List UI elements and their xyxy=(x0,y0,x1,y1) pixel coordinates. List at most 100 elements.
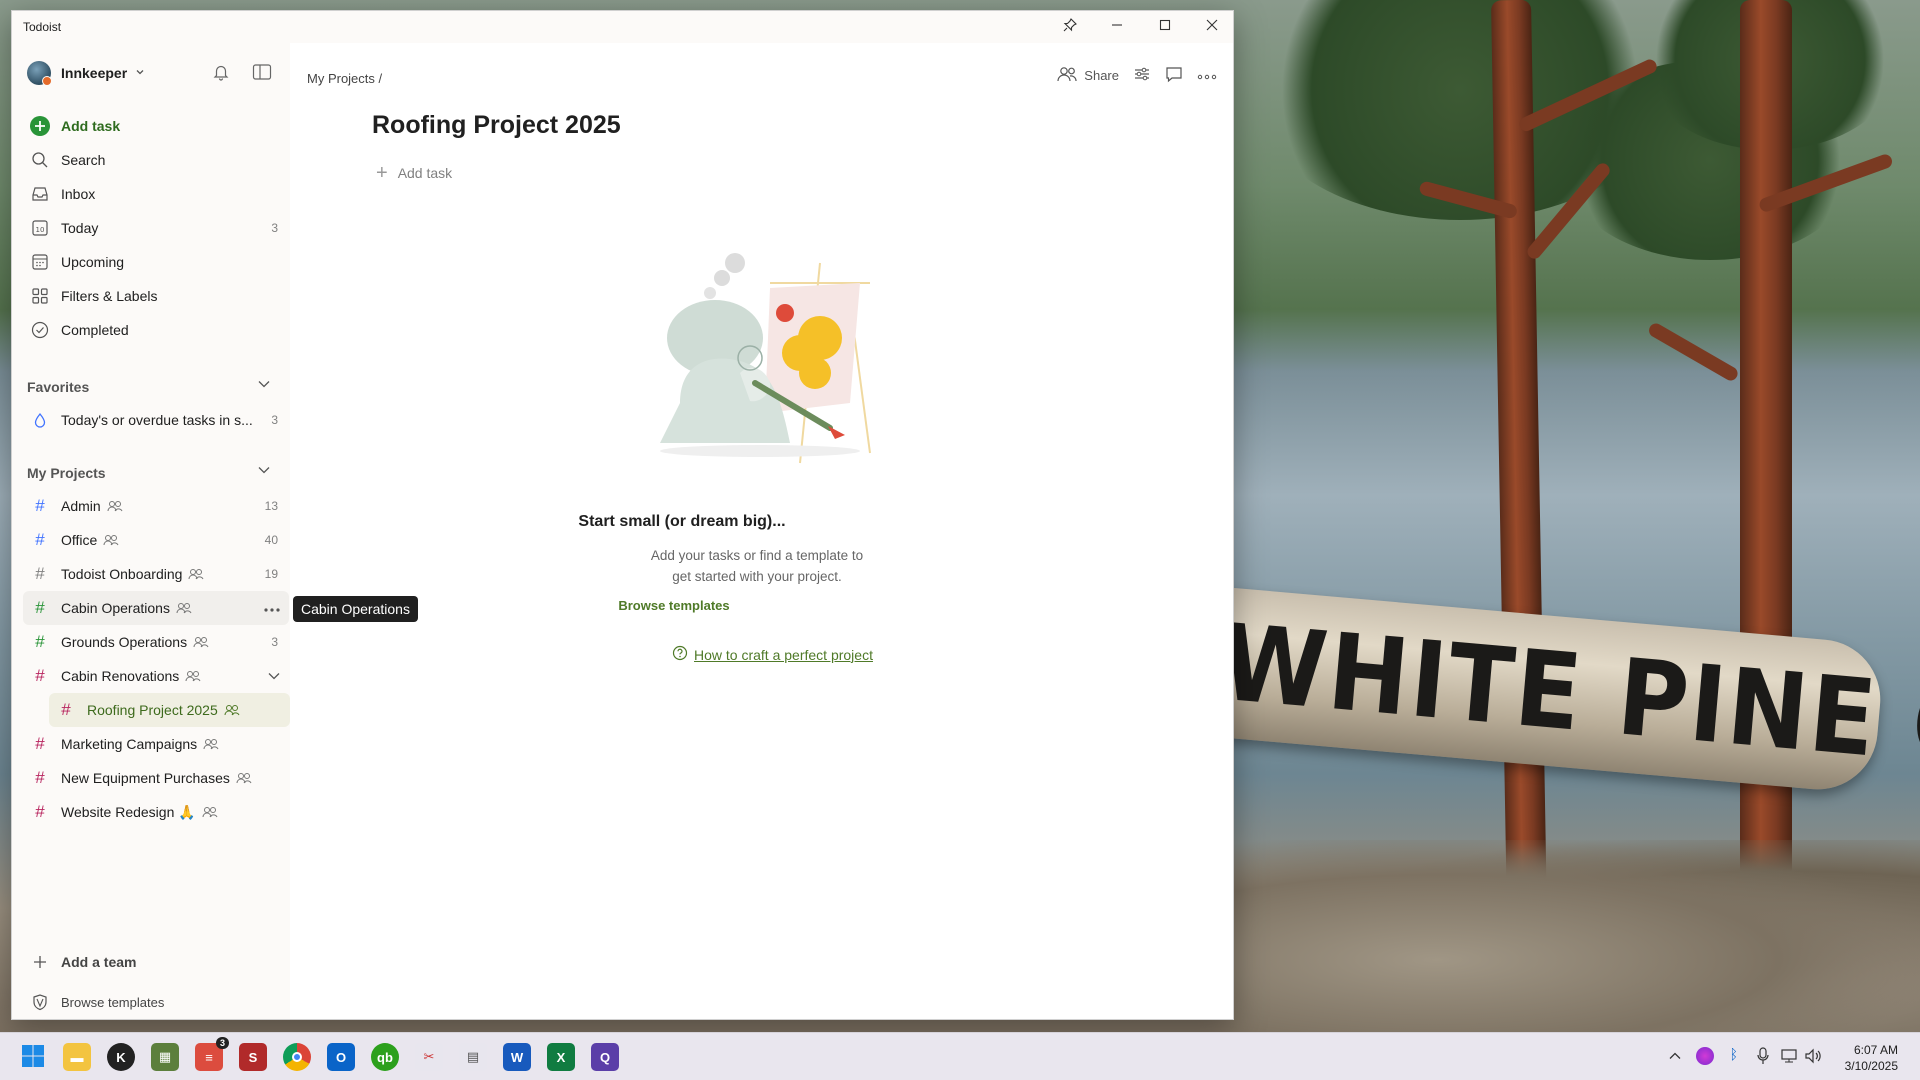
snipping-tool-taskbar-button[interactable]: ✂ xyxy=(415,1043,443,1071)
close-button[interactable] xyxy=(1189,11,1233,43)
notifications-button[interactable] xyxy=(212,63,230,86)
add-task-inline-button[interactable]: + Add task xyxy=(376,163,452,183)
sidebar-toggle-icon xyxy=(252,64,272,85)
excel-taskbar-button[interactable]: X xyxy=(547,1043,575,1071)
sidebar: Innkeeper Add task Search Inbox 10 Today… xyxy=(12,43,290,1019)
app-k-taskbar-button[interactable]: K xyxy=(107,1043,135,1071)
sidebar-item-inbox[interactable]: Inbox xyxy=(23,177,289,211)
printer-taskbar-button[interactable]: ▤ xyxy=(459,1043,487,1071)
project-label: Website Redesign 🙏 xyxy=(61,803,196,820)
app-red-taskbar-button[interactable]: S xyxy=(239,1043,267,1071)
shared-icon xyxy=(103,534,119,546)
svg-text:10: 10 xyxy=(36,226,45,234)
project-item-cabin-renovations[interactable]: # Cabin Renovations xyxy=(23,659,289,693)
minimize-button[interactable] xyxy=(1094,11,1140,43)
sidebar-item-today[interactable]: 10 Today 3 xyxy=(23,211,289,245)
favorite-item-count: 3 xyxy=(271,413,278,427)
add-team-label: Add a team xyxy=(61,954,137,970)
chevron-down-icon[interactable] xyxy=(257,463,271,482)
shared-icon xyxy=(185,670,201,682)
more-options-icon[interactable] xyxy=(263,600,281,616)
user-menu[interactable]: Innkeeper xyxy=(27,58,145,88)
microphone-icon[interactable] xyxy=(1756,1047,1770,1070)
project-item-new-equipment-purchases[interactable]: # New Equipment Purchases xyxy=(23,761,289,795)
calendar-icon xyxy=(29,251,51,273)
project-label: Grounds Operations xyxy=(61,634,188,650)
chevron-down-icon[interactable] xyxy=(267,669,281,686)
quickbooks-taskbar-button[interactable]: qb xyxy=(371,1043,399,1071)
favorite-item-label: Today's or overdue tasks in s... xyxy=(61,412,253,428)
add-task-button[interactable]: Add task xyxy=(23,109,289,143)
purple-app-icon: Q xyxy=(599,1049,611,1065)
minimize-icon xyxy=(1111,18,1123,36)
project-item-todoist-onboarding[interactable]: # Todoist Onboarding 19 xyxy=(23,557,289,591)
project-label: Cabin Operations xyxy=(61,600,170,616)
start-button[interactable] xyxy=(19,1043,47,1071)
add-team-button[interactable]: Add a team xyxy=(23,945,289,979)
k-app-icon: K xyxy=(116,1049,126,1065)
help-link[interactable]: How to craft a perfect project xyxy=(672,645,873,664)
comment-icon[interactable] xyxy=(1165,65,1183,86)
project-item-cabin-operations[interactable]: # Cabin Operations xyxy=(23,591,289,625)
favorite-item[interactable]: Today's or overdue tasks in s... 3 xyxy=(23,403,289,437)
word-taskbar-button[interactable]: W xyxy=(503,1043,531,1071)
quickbooks-icon: qb xyxy=(377,1049,393,1065)
todoist-taskbar-button[interactable]: ≡ 3 xyxy=(195,1037,229,1071)
my-projects-heading[interactable]: My Projects xyxy=(27,465,106,481)
bluetooth-icon[interactable]: ᛒ xyxy=(1730,1046,1738,1062)
clock[interactable]: 6:07 AM 3/10/2025 xyxy=(1845,1042,1898,1074)
share-button[interactable]: Share xyxy=(1056,66,1119,85)
project-item-grounds-operations[interactable]: # Grounds Operations 3 xyxy=(23,625,289,659)
search-icon xyxy=(29,149,51,171)
chevron-down-icon[interactable] xyxy=(257,377,271,396)
network-icon[interactable] xyxy=(1780,1048,1798,1069)
bell-icon xyxy=(212,65,230,85)
maximize-button[interactable] xyxy=(1142,11,1188,43)
chevron-up-icon[interactable] xyxy=(1668,1049,1682,1068)
help-link-label: How to craft a perfect project xyxy=(694,646,873,663)
outlook-taskbar-button[interactable]: O xyxy=(327,1043,355,1071)
project-item-office[interactable]: # Office 40 xyxy=(23,523,289,557)
favorites-heading: Favorites xyxy=(27,379,90,395)
sidebar-item-upcoming[interactable]: Upcoming xyxy=(23,245,289,279)
breadcrumb[interactable]: My Projects / xyxy=(307,71,382,86)
view-options-icon[interactable] xyxy=(1133,66,1151,85)
project-count: 19 xyxy=(264,567,278,581)
pin-button[interactable] xyxy=(1047,11,1093,43)
plus-icon xyxy=(29,951,51,973)
maximize-icon xyxy=(1159,18,1171,36)
toggle-sidebar-button[interactable] xyxy=(252,63,272,86)
project-item-website-redesign[interactable]: # Website Redesign 🙏 xyxy=(23,795,289,829)
sidebar-item-search[interactable]: Search xyxy=(23,143,289,177)
avatar xyxy=(27,61,52,86)
clock-date: 3/10/2025 xyxy=(1844,1059,1898,1073)
browse-templates-sidebar[interactable]: Browse templates xyxy=(23,985,289,1019)
add-task-label: Add task xyxy=(61,118,121,134)
project-hash-icon: # xyxy=(35,802,45,821)
shared-icon xyxy=(202,806,218,818)
printer-icon: ▤ xyxy=(466,1049,480,1064)
empty-state-title: Start small (or dream big)... xyxy=(578,513,786,530)
project-hash-icon: # xyxy=(35,666,45,685)
taskbar: ▬ K ▦ ≡ 3 S O qb ✂ ▤ W X Q ᛒ 6:07 AM 3/1… xyxy=(0,1032,1920,1080)
app-grid-taskbar-button[interactable]: ▦ xyxy=(151,1043,179,1071)
chrome-taskbar-button[interactable] xyxy=(283,1043,311,1071)
project-item-admin[interactable]: # Admin 13 xyxy=(23,489,289,523)
sign-text: WHITE PINE CAMP xyxy=(1215,600,1920,812)
more-options-icon[interactable] xyxy=(1197,68,1217,83)
purple-app-taskbar-button[interactable]: Q xyxy=(591,1043,619,1071)
title-bar[interactable]: Todoist xyxy=(12,11,1233,43)
tray-app-icon[interactable] xyxy=(1696,1047,1714,1065)
browse-templates-label: Browse templates xyxy=(61,994,165,1010)
shared-icon xyxy=(203,738,219,750)
top-actions: Share xyxy=(1056,65,1217,86)
sidebar-item-completed[interactable]: Completed xyxy=(23,313,289,347)
file-explorer-taskbar-button[interactable]: ▬ xyxy=(63,1043,91,1071)
chrome-icon xyxy=(292,1052,302,1062)
add-circle-icon xyxy=(29,115,51,137)
project-item-marketing-campaigns[interactable]: # Marketing Campaigns xyxy=(23,727,289,761)
plus-icon: + xyxy=(376,162,388,184)
sidebar-item-filters-labels[interactable]: Filters & Labels xyxy=(23,279,289,313)
volume-icon[interactable] xyxy=(1804,1048,1822,1069)
project-item-roofing-project-2025[interactable]: # Roofing Project 2025 xyxy=(49,693,290,727)
